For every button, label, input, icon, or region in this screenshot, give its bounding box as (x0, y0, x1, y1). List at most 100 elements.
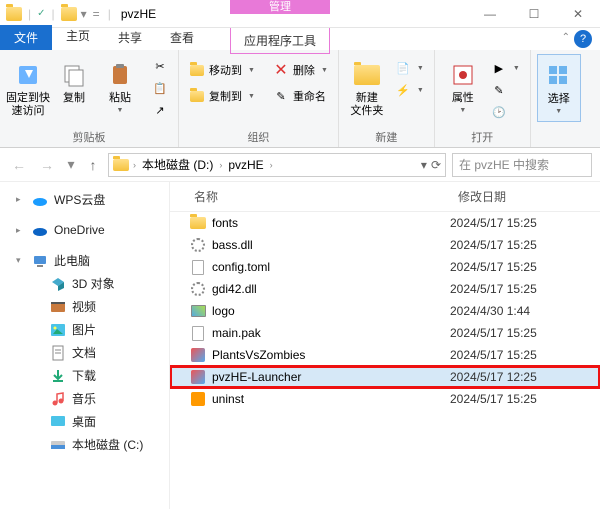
move-to-button[interactable]: 移动到▼ (185, 60, 259, 80)
sidebar-label: WPS云盘 (54, 191, 105, 208)
file-date: 2024/5/17 15:25 (450, 392, 600, 406)
expand-icon[interactable]: ▸ (16, 225, 26, 236)
file-row[interactable]: bass.dll2024/5/17 15:25 (170, 234, 600, 256)
paste-icon (105, 60, 135, 90)
move-icon (189, 62, 205, 78)
copy-icon (59, 60, 89, 90)
tab-file[interactable]: 文件 (0, 25, 52, 50)
history-button[interactable]: 🕑 (487, 102, 524, 122)
new-folder-button[interactable]: 新建 文件夹 (345, 54, 389, 118)
file-date: 2024/5/17 15:25 (450, 260, 600, 274)
sidebar-label: 视频 (72, 298, 96, 315)
pic-icon (50, 322, 66, 338)
search-input[interactable]: 在 pvzHE 中搜索 (452, 153, 592, 177)
cut-icon: ✂ (152, 58, 168, 74)
folder-icon (113, 159, 129, 171)
sidebar-label: 本地磁盘 (C:) (72, 436, 143, 453)
close-button[interactable]: ✕ (556, 0, 600, 27)
copy-to-button[interactable]: 复制到▼ (185, 86, 259, 106)
dl-icon (50, 368, 66, 384)
rename-button[interactable]: ✎重命名 (269, 86, 332, 106)
file-date: 2024/5/17 12:25 (450, 370, 600, 384)
file-date: 2024/5/17 15:25 (450, 282, 600, 296)
up-button[interactable]: ↑ (84, 154, 102, 176)
recent-button[interactable]: ▾ (64, 154, 78, 176)
cut-button[interactable]: ✂ (148, 56, 172, 76)
file-date: 2024/5/17 15:25 (450, 238, 600, 252)
paste-button[interactable]: 粘贴 ▼ (98, 54, 142, 114)
file-date: 2024/5/17 15:25 (450, 348, 600, 362)
file-name: main.pak (212, 326, 261, 340)
expand-icon[interactable]: ▾ (16, 255, 26, 266)
file-name: fonts (212, 216, 238, 230)
cloud-od-icon (32, 222, 48, 238)
paste-shortcut-button[interactable]: ↗ (148, 100, 172, 120)
file-row[interactable]: uninst2024/5/17 15:25 (170, 388, 600, 410)
col-date[interactable]: 修改日期 (450, 182, 600, 211)
tab-share[interactable]: 共享 (104, 25, 156, 50)
pin-button[interactable]: 固定到快 速访问 (6, 54, 50, 118)
collapse-ribbon-icon[interactable]: ⌃ (562, 32, 570, 43)
window-title: pvzHE (117, 7, 156, 21)
refresh-button[interactable]: ⟳ (431, 158, 441, 172)
new-item-button[interactable]: 📄▼ (391, 58, 428, 78)
file-name: PlantsVsZombies (212, 348, 305, 362)
file-row[interactable]: PlantsVsZombies 2024/5/17 15:25 (170, 344, 600, 366)
sidebar-item[interactable]: ▸ WPS云盘 (0, 188, 169, 211)
sidebar-item[interactable]: 本地磁盘 (C:) (0, 433, 169, 456)
sidebar-label: 音乐 (72, 390, 96, 407)
properties-icon (448, 60, 478, 90)
minimize-button[interactable]: — (468, 0, 512, 27)
ribbon-group-select: 选择 ▼ (531, 50, 587, 147)
doc-icon (50, 345, 66, 361)
sidebar-item[interactable]: 图片 (0, 318, 169, 341)
folder-icon (190, 215, 206, 231)
box-icon (190, 391, 206, 407)
column-headers: 名称 修改日期 (170, 182, 600, 212)
maximize-button[interactable]: ☐ (512, 0, 556, 27)
easy-access-button[interactable]: ⚡▼ (391, 80, 428, 100)
app-icon (190, 347, 206, 363)
sidebar-item[interactable]: 文档 (0, 341, 169, 364)
breadcrumb[interactable]: › 本地磁盘 (D:) › pvzHE › ▾⟳ (108, 153, 446, 177)
sidebar-item[interactable]: ▸OneDrive (0, 219, 169, 241)
file-row[interactable]: gdi42.dll2024/5/17 15:25 (170, 278, 600, 300)
crumb-root[interactable]: 本地磁盘 (D:) (140, 156, 215, 173)
copy-path-button[interactable]: 📋 (148, 78, 172, 98)
ribbon-tabs: 文件 主页 共享 查看 应用程序工具 ⌃ ? (0, 28, 600, 50)
sidebar-item[interactable]: ▾此电脑 (0, 249, 169, 272)
file-row[interactable]: pvzHE-Launcher2024/5/17 12:25 (170, 366, 600, 388)
select-button[interactable]: 选择 ▼ (537, 54, 581, 122)
back-button[interactable]: ← (8, 154, 30, 176)
file-row[interactable]: fonts2024/5/17 15:25 (170, 212, 600, 234)
file-row[interactable]: main.pak2024/5/17 15:25 (170, 322, 600, 344)
file-row[interactable]: config.toml2024/5/17 15:25 (170, 256, 600, 278)
music-icon (50, 391, 66, 407)
checkmark-icon: ✓ (37, 8, 45, 19)
forward-button[interactable]: → (36, 154, 58, 176)
open-button[interactable]: ▶▼ (487, 58, 524, 78)
sidebar-item[interactable]: 桌面 (0, 410, 169, 433)
sidebar-item[interactable]: 3D 对象 (0, 272, 169, 295)
copy-button[interactable]: 复制 (52, 54, 96, 105)
expand-icon[interactable]: ▸ (16, 194, 26, 205)
manage-tab[interactable]: 管理 (230, 0, 330, 14)
dropdown-icon[interactable]: ▾ (421, 158, 427, 172)
tab-view[interactable]: 查看 (156, 25, 208, 50)
sidebar-item[interactable]: 音乐 (0, 387, 169, 410)
tab-app-tools[interactable]: 应用程序工具 (230, 28, 330, 54)
new-item-icon: 📄 (395, 60, 411, 76)
tab-home[interactable]: 主页 (52, 23, 104, 50)
sidebar-item[interactable]: 视频 (0, 295, 169, 318)
sidebar-item[interactable]: 下载 (0, 364, 169, 387)
edit-icon: ✎ (491, 82, 507, 98)
folder-icon (6, 7, 22, 21)
help-button[interactable]: ? (574, 30, 592, 48)
delete-button[interactable]: ✕删除▼ (269, 60, 332, 80)
crumb-folder[interactable]: pvzHE (226, 158, 265, 172)
file-row[interactable]: logo2024/4/30 1:44 (170, 300, 600, 322)
properties-button[interactable]: 属性 ▼ (441, 54, 485, 114)
edit-button[interactable]: ✎ (487, 80, 524, 100)
col-name[interactable]: 名称 (170, 182, 450, 211)
sidebar-label: 图片 (72, 321, 96, 338)
